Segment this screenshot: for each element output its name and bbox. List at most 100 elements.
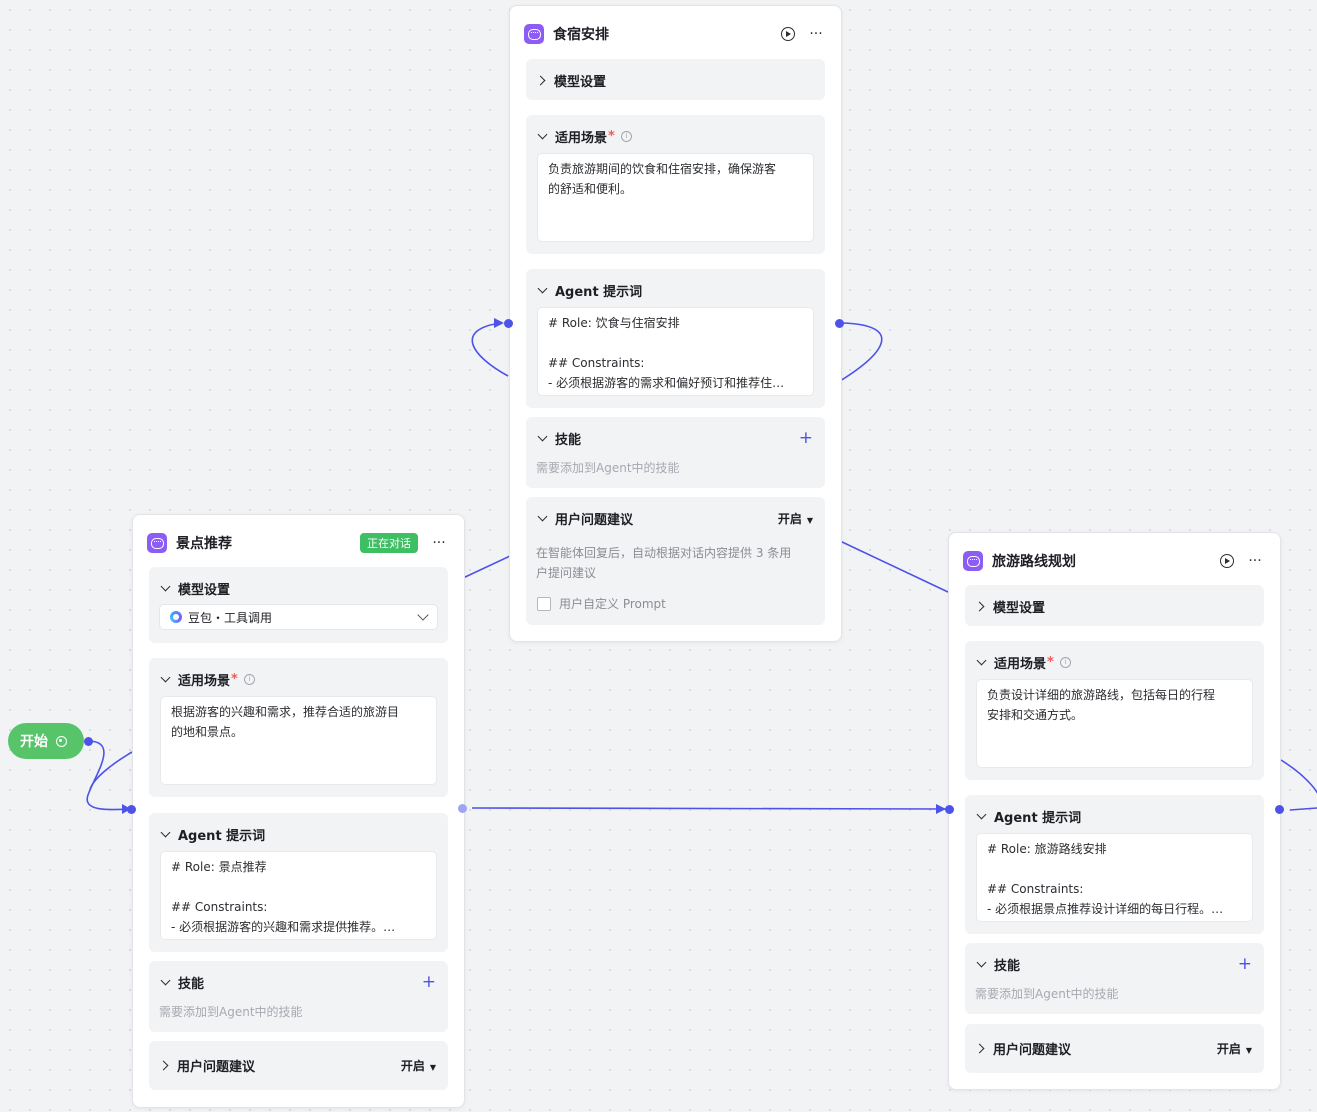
chevron-right-icon[interactable] [535, 75, 546, 85]
caret-down-icon: ▼ [429, 1062, 436, 1072]
prompt-line: ## Constraints: [171, 900, 268, 914]
custom-prompt-checkbox[interactable] [537, 596, 551, 611]
route-input-port[interactable] [945, 805, 954, 814]
suggest-desc-line: 在智能体回复后，自动根据对话内容提供 3 条用 [536, 546, 792, 560]
node-title: 旅游路线规划 [992, 554, 1076, 570]
section-label: 适用场景 [178, 673, 231, 689]
skills-hint: 需要添加到Agent中的技能 [975, 987, 1119, 1001]
prompt-section: Agent 提示词 # Role: 旅游路线安排 ## Constraints:… [965, 795, 1264, 934]
node-title: 食宿安排 [553, 27, 609, 43]
info-icon[interactable]: i [243, 673, 255, 685]
suggest-value: 开启 [400, 1058, 425, 1073]
section-label: 技能 [555, 432, 582, 448]
chevron-down-icon[interactable] [160, 827, 171, 838]
suggest-section[interactable]: 用户问题建议 开启 ▼ [965, 1024, 1264, 1073]
start-output-port[interactable] [84, 737, 93, 746]
status-badge: 正在对话 [360, 533, 418, 553]
chevron-down-icon[interactable] [976, 655, 987, 666]
run-button[interactable] [1216, 550, 1238, 572]
add-skill-icon[interactable]: + [799, 428, 813, 448]
add-skill-icon[interactable]: + [1238, 954, 1252, 974]
model-settings-section[interactable]: 模型设置 [526, 59, 825, 100]
scenic-output-port[interactable] [458, 804, 467, 813]
route-output-port[interactable] [1275, 805, 1284, 814]
agent-node-route[interactable]: 旅游路线规划 ··· 模型设置 适用场景 * i 负责设计详细的旅游路线，包括每日的… [948, 532, 1281, 1090]
section-label: 用户问题建议 [555, 512, 634, 528]
suggest-value: 开启 [1216, 1041, 1241, 1056]
doubao-icon [170, 611, 182, 623]
node-header: 景点推荐 正在对话 ··· [147, 531, 450, 555]
food-output-port[interactable] [835, 319, 844, 328]
scene-text-line: 负责旅游期间的饮食和住宿安排，确保游客 [548, 162, 777, 176]
suggest-desc-line: 户提问建议 [536, 566, 597, 580]
skills-section: 技能 + 需要添加到Agent中的技能 [149, 961, 448, 1032]
more-menu-button[interactable]: ··· [1244, 550, 1266, 572]
custom-prompt-option[interactable]: 用户自定义 Prompt [537, 595, 666, 612]
model-select[interactable]: 豆包・工具调用 [159, 604, 438, 630]
chevron-down-icon[interactable] [537, 431, 548, 442]
more-menu-button[interactable]: ··· [428, 532, 450, 554]
info-icon[interactable]: i [1059, 656, 1071, 668]
suggest-toggle-dropdown[interactable]: 开启 ▼ [1217, 1040, 1252, 1057]
suggest-value: 开启 [777, 511, 802, 526]
prompt-textarea[interactable]: # Role: 景点推荐 ## Constraints: - 必须根据游客的兴趣… [160, 851, 437, 940]
node-header: 旅游路线规划 ··· [963, 549, 1266, 573]
arrow-head-food [494, 318, 504, 328]
section-label: 用户问题建议 [993, 1042, 1072, 1058]
prompt-line: - 必须根据游客的兴趣和需求提供推荐。… [171, 920, 396, 934]
model-value: 豆包・工具调用 [188, 610, 273, 625]
info-icon[interactable]: i [620, 130, 632, 142]
prompt-line: ## Constraints: [987, 882, 1084, 896]
chevron-down-icon[interactable] [976, 957, 987, 968]
run-button[interactable] [777, 23, 799, 45]
prompt-line: - 必须根据游客的需求和偏好预订和推荐住… [548, 376, 785, 390]
agent-icon [147, 533, 167, 553]
prompt-line: ## Constraints: [548, 356, 645, 370]
gear-icon[interactable] [56, 735, 67, 747]
chevron-right-icon[interactable] [974, 1043, 985, 1053]
required-mark: * [1047, 654, 1054, 670]
chevron-right-icon[interactable] [974, 601, 985, 611]
food-input-port[interactable] [504, 319, 513, 328]
scene-textarea[interactable]: 负责旅游期间的饮食和住宿安排，确保游客 的舒适和便利。 [537, 153, 814, 242]
edge-food-to-route [839, 540, 949, 593]
start-node[interactable]: 开始 [8, 723, 84, 759]
agent-node-scenic[interactable]: 景点推荐 正在对话 ··· 模型设置 豆包・工具调用 适用场景 * i 根据游客的兴… [132, 514, 465, 1108]
scene-section: 适用场景 * i 根据游客的兴趣和需求，推荐合适的旅游目 的地和景点。 [149, 658, 448, 797]
prompt-textarea[interactable]: # Role: 饮食与住宿安排 ## Constraints: - 必须根据游客… [537, 307, 814, 396]
section-label: Agent 提示词 [178, 828, 266, 844]
agent-icon [524, 24, 544, 44]
suggest-toggle-dropdown[interactable]: 开启 ▼ [778, 510, 813, 527]
add-skill-icon[interactable]: + [422, 972, 436, 992]
more-menu-button[interactable]: ··· [805, 23, 827, 45]
suggest-toggle-dropdown[interactable]: 开启 ▼ [401, 1057, 436, 1074]
chevron-down-icon[interactable] [160, 672, 171, 683]
scene-text-line: 负责设计详细的旅游路线，包括每日的行程 [987, 688, 1216, 702]
suggest-section[interactable]: 用户问题建议 开启 ▼ [149, 1041, 448, 1090]
chevron-down-icon[interactable] [976, 809, 987, 820]
edge-route-loop-right [1280, 759, 1317, 811]
prompt-section: Agent 提示词 # Role: 景点推荐 ## Constraints: -… [149, 813, 448, 952]
prompt-textarea[interactable]: # Role: 旅游路线安排 ## Constraints: - 必须根据景点推… [976, 833, 1253, 922]
section-label: 适用场景 [994, 656, 1047, 672]
agent-node-food[interactable]: 食宿安排 ··· 模型设置 适用场景 * i 负责旅游期间的饮食和住宿安排，确保游客… [509, 5, 842, 642]
skills-section: 技能 + 需要添加到Agent中的技能 [965, 943, 1264, 1014]
edge-scenic-to-route [471, 807, 947, 810]
model-settings-section[interactable]: 模型设置 [965, 585, 1264, 626]
edge-food-loop-right [839, 322, 883, 382]
scene-textarea[interactable]: 负责设计详细的旅游路线，包括每日的行程 安排和交通方式。 [976, 679, 1253, 768]
suggest-section: 用户问题建议 开启 ▼ 在智能体回复后，自动根据对话内容提供 3 条用 户提问建议 … [526, 497, 825, 625]
chevron-down-icon[interactable] [537, 129, 548, 140]
chevron-down-icon[interactable] [537, 511, 548, 522]
prompt-line [171, 877, 426, 897]
model-settings-section: 模型设置 豆包・工具调用 [149, 567, 448, 643]
chevron-down-icon[interactable] [160, 975, 171, 986]
play-icon [781, 27, 795, 41]
scenic-input-port[interactable] [127, 805, 136, 814]
chevron-right-icon[interactable] [158, 1060, 169, 1070]
prompt-line [548, 333, 803, 353]
edge-scenic-to-food [462, 555, 511, 579]
chevron-down-icon[interactable] [160, 581, 171, 592]
scene-textarea[interactable]: 根据游客的兴趣和需求，推荐合适的旅游目 的地和景点。 [160, 696, 437, 785]
chevron-down-icon[interactable] [537, 283, 548, 294]
